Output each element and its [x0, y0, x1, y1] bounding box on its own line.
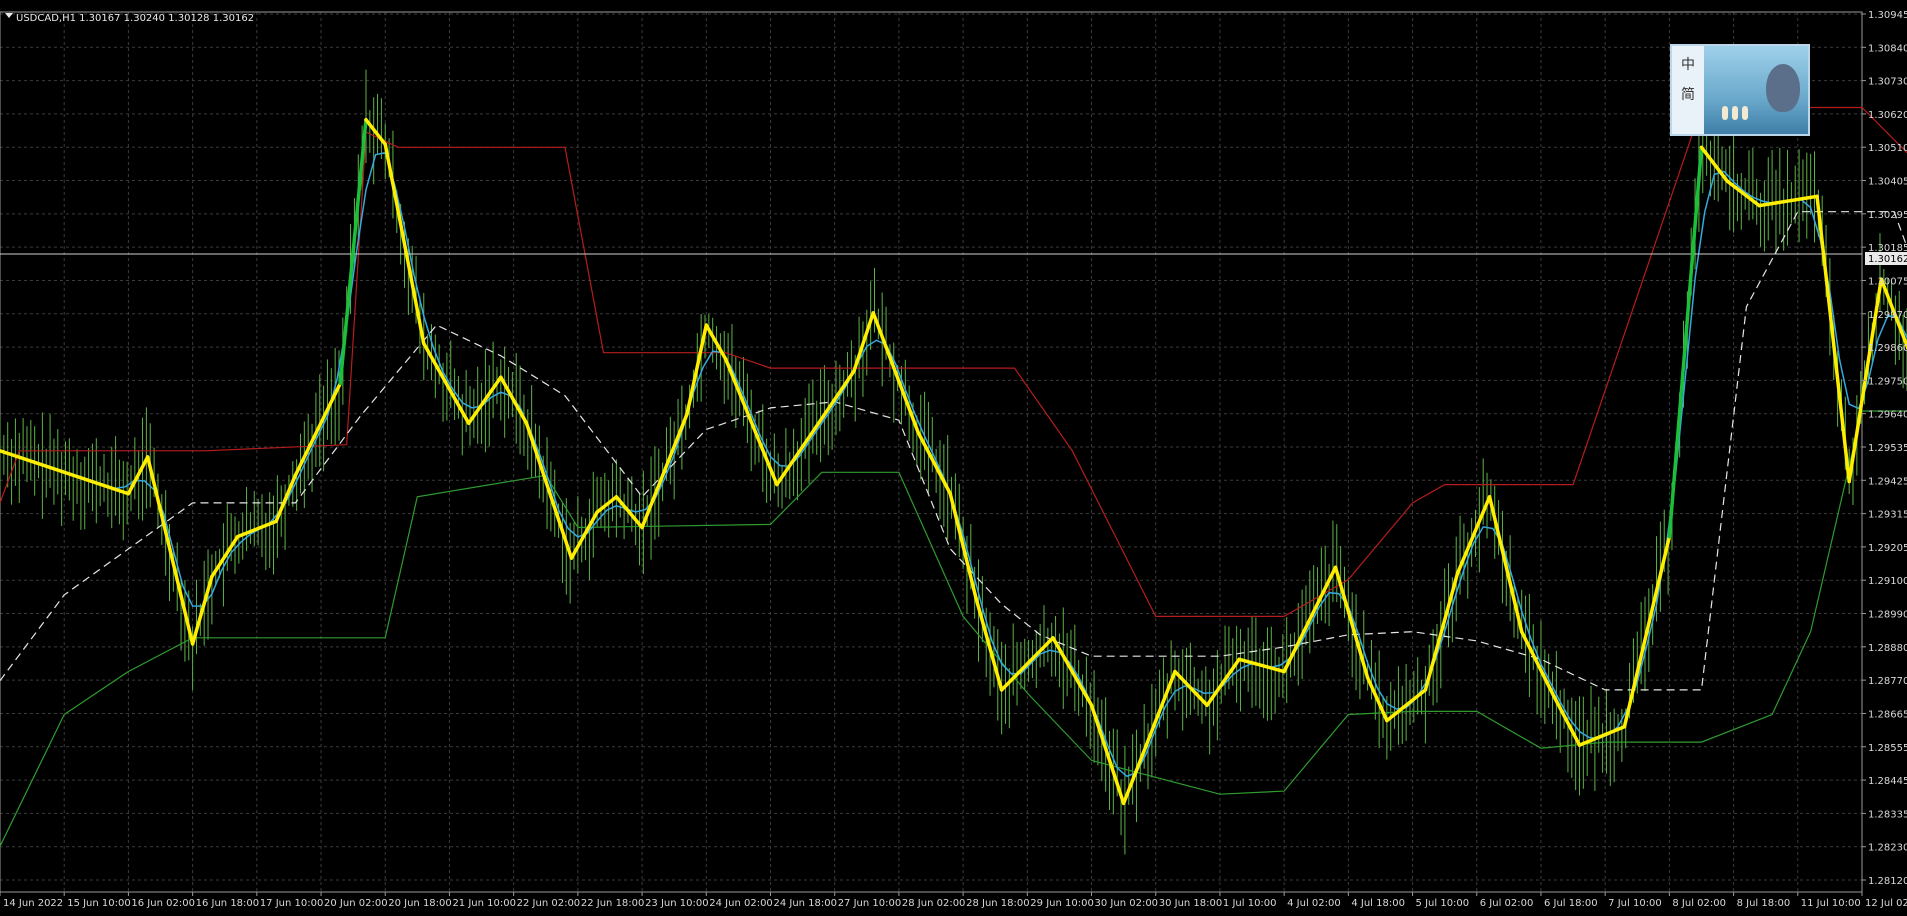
time-tick-label: 21 Jun 10:00 — [452, 898, 516, 909]
current-price-marker: 1.30162 — [1865, 252, 1907, 265]
time-tick-label: 20 Jun 02:00 — [324, 898, 388, 909]
time-tick-label: 23 Jun 10:00 — [645, 898, 709, 909]
price-tick-label: 1.28230 — [1868, 843, 1907, 854]
time-tick-label: 7 Jul 10:00 — [1608, 898, 1662, 909]
price-tick-label: 1.30945 — [1868, 10, 1907, 21]
price-tick-label: 1.28880 — [1868, 643, 1907, 654]
time-tick-label: 14 Jun 2022 — [3, 898, 63, 909]
time-tick-label: 22 Jun 02:00 — [517, 898, 581, 909]
time-tick-label: 27 Jun 10:00 — [838, 898, 902, 909]
price-tick-label: 1.30295 — [1868, 210, 1907, 221]
time-tick-label: 12 Jul 02:00 — [1865, 898, 1907, 909]
logo-char-2: 简 — [1681, 87, 1695, 103]
totoro-art-icon — [1704, 46, 1808, 134]
price-tick-label: 1.30840 — [1868, 43, 1907, 54]
time-tick-label: 28 Jun 18:00 — [966, 898, 1030, 909]
child-figure-icon — [1742, 106, 1748, 120]
price-tick-label: 1.30510 — [1868, 143, 1907, 154]
time-tick-label: 11 Jul 10:00 — [1801, 898, 1861, 909]
logo-char-1: 中 — [1681, 57, 1695, 73]
time-tick-label: 4 Jul 18:00 — [1351, 898, 1405, 909]
plot-background — [0, 0, 1907, 916]
price-tick-label: 1.28335 — [1868, 809, 1907, 820]
symbol-info: USDCAD,H1 1.30167 1.30240 1.30128 1.3016… — [16, 13, 254, 24]
price-tick-label: 1.29860 — [1868, 343, 1907, 354]
price-tick-label: 1.28665 — [1868, 709, 1907, 720]
price-tick-label: 1.28990 — [1868, 610, 1907, 621]
time-tick-label: 16 Jun 18:00 — [196, 898, 260, 909]
time-tick-label: 29 Jun 10:00 — [1030, 898, 1094, 909]
time-tick-label: 20 Jun 18:00 — [388, 898, 452, 909]
logo-text-column: 中 简 — [1672, 46, 1704, 134]
time-tick-label: 30 Jun 18:00 — [1159, 898, 1223, 909]
current-price-label: 1.30162 — [1868, 254, 1907, 265]
time-tick-label: 8 Jul 02:00 — [1672, 898, 1726, 909]
child-figure-icon — [1722, 106, 1728, 120]
time-tick-label: 22 Jun 18:00 — [581, 898, 645, 909]
time-tick-label: 8 Jul 18:00 — [1737, 898, 1791, 909]
chart-header: USDCAD,H1 1.30167 1.30240 1.30128 1.3016… — [5, 13, 254, 24]
price-tick-label: 1.29425 — [1868, 476, 1907, 487]
price-tick-label: 1.29640 — [1868, 410, 1907, 421]
time-tick-label: 1 Jul 10:00 — [1223, 898, 1277, 909]
price-tick-label: 1.30620 — [1868, 110, 1907, 121]
child-figure-icon — [1732, 106, 1738, 120]
logo-badge: 中 简 — [1670, 44, 1810, 136]
time-tick-label: 17 Jun 10:00 — [260, 898, 324, 909]
time-tick-label: 5 Jul 10:00 — [1416, 898, 1470, 909]
price-tick-label: 1.28770 — [1868, 676, 1907, 687]
price-tick-label: 1.30730 — [1868, 77, 1907, 88]
price-tick-label: 1.28555 — [1868, 743, 1907, 754]
time-tick-label: 24 Jun 02:00 — [709, 898, 773, 909]
price-tick-label: 1.29205 — [1868, 543, 1907, 554]
price-chart[interactable]: 1.30945 1.30840 1.30730 1.30620 1.30510 1.304… — [0, 0, 1907, 916]
price-tick-label: 1.29315 — [1868, 510, 1907, 521]
time-tick-label: 16 Jun 02:00 — [131, 898, 195, 909]
price-tick-label: 1.30075 — [1868, 276, 1907, 287]
price-tick-label: 1.29750 — [1868, 376, 1907, 387]
price-tick-label: 1.28120 — [1868, 876, 1907, 887]
time-tick-label: 4 Jul 02:00 — [1287, 898, 1341, 909]
time-tick-label: 28 Jun 02:00 — [902, 898, 966, 909]
price-tick-label: 1.29970 — [1868, 310, 1907, 321]
totoro-figure-icon — [1766, 64, 1800, 112]
price-tick-label: 1.28445 — [1868, 776, 1907, 787]
price-tick-label: 1.29100 — [1868, 576, 1907, 587]
time-tick-label: 15 Jun 10:00 — [67, 898, 131, 909]
time-tick-label: 6 Jul 02:00 — [1480, 898, 1534, 909]
time-tick-label: 30 Jun 02:00 — [1095, 898, 1159, 909]
time-tick-label: 24 Jun 18:00 — [773, 898, 837, 909]
price-tick-label: 1.29535 — [1868, 443, 1907, 454]
price-tick-label: 1.30405 — [1868, 177, 1907, 188]
time-tick-label: 6 Jul 18:00 — [1544, 898, 1598, 909]
